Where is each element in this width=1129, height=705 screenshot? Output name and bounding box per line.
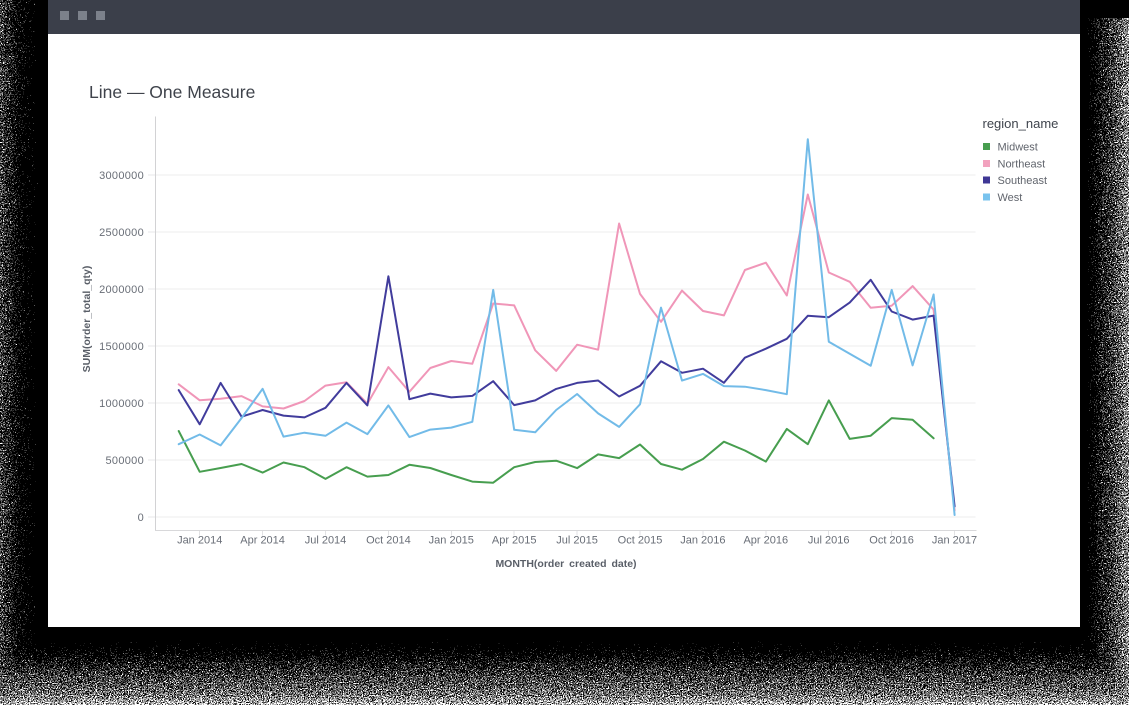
svg-text:Apr 2015: Apr 2015 [492,535,537,547]
svg-text:Jan 2017: Jan 2017 [932,535,977,547]
svg-text:Midwest: Midwest [998,142,1038,154]
svg-text:West: West [998,192,1023,204]
svg-text:Jan 2016: Jan 2016 [680,535,725,547]
svg-text:Oct 2016: Oct 2016 [869,535,914,547]
svg-text:Jul 2016: Jul 2016 [808,535,850,547]
svg-text:Apr 2014: Apr 2014 [240,535,285,547]
svg-text:SUM(order_total_qty): SUM(order_total_qty) [81,266,93,373]
svg-text:Oct 2015: Oct 2015 [618,535,663,547]
svg-text:Line — One Measure: Line — One Measure [89,82,255,102]
svg-text:Jan 2015: Jan 2015 [429,535,474,547]
svg-text:Jul 2015: Jul 2015 [556,535,598,547]
svg-text:500000: 500000 [105,455,144,467]
svg-text:1000000: 1000000 [99,398,144,410]
svg-text:MONTH(order created date): MONTH(order created date) [495,558,636,570]
svg-text:2500000: 2500000 [99,227,144,239]
svg-text:0: 0 [138,512,144,524]
svg-text:Oct 2014: Oct 2014 [366,535,411,547]
svg-text:Apr 2016: Apr 2016 [743,535,788,547]
svg-text:Jan 2014: Jan 2014 [177,535,222,547]
svg-text:Northeast: Northeast [998,159,1046,171]
svg-text:2000000: 2000000 [99,284,144,296]
svg-text:region_name: region_name [983,116,1059,131]
svg-text:Jul 2014: Jul 2014 [305,535,347,547]
svg-text:1500000: 1500000 [99,341,144,353]
svg-text:Southeast: Southeast [998,175,1048,187]
svg-text:3000000: 3000000 [99,170,144,182]
